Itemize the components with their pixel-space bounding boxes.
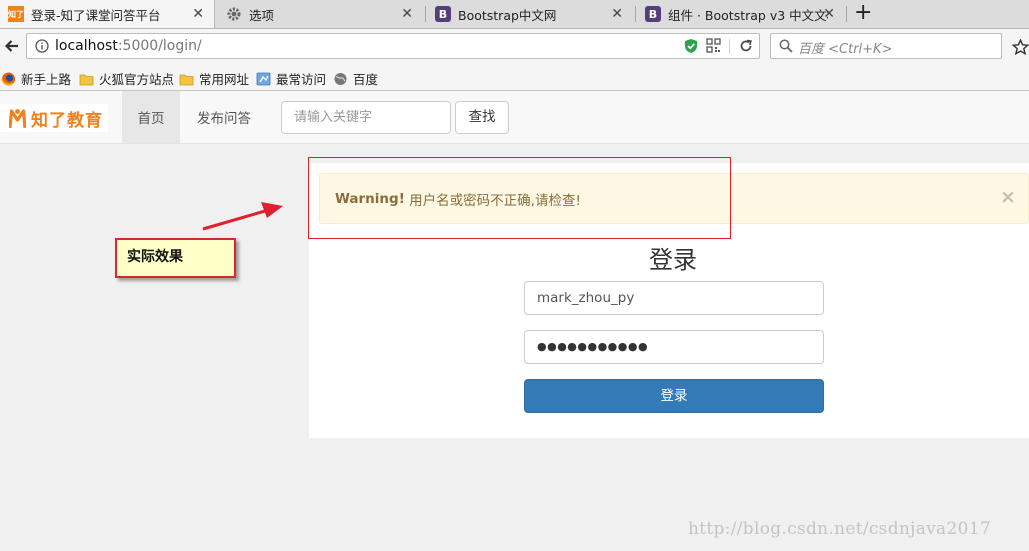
tab-title: 登录-知了课堂问答平台 (31, 7, 161, 23)
bootstrap-favicon: B (645, 6, 661, 22)
bookmarks-bar: 新手上路 火狐官方站点 常用网址 最常访问 百度 (0, 65, 1029, 91)
keyword-search-input[interactable]: 请输入关键字 (281, 101, 451, 134)
logo-text: 知了教育 (31, 111, 103, 131)
close-icon[interactable]: ✕ (823, 6, 835, 22)
login-title: 登录 (649, 246, 697, 274)
bookmark-item[interactable]: 新手上路 (1, 69, 71, 88)
tab-separator (425, 6, 426, 22)
bootstrap-favicon: B (435, 6, 451, 22)
tab-login[interactable]: 知了 登录-知了课堂问答平台 ✕ (0, 0, 215, 28)
bookmark-label: 新手上路 (21, 72, 72, 87)
shield-icon[interactable] (684, 38, 698, 54)
tab-separator (846, 6, 847, 22)
nav-home[interactable]: 首页 (122, 91, 180, 143)
tab-title: Bootstrap中文网 (458, 7, 557, 23)
site-logo[interactable]: 知了教育 (0, 104, 108, 132)
bookmark-folder[interactable]: 常用网址 (179, 69, 249, 88)
bookmark-label: 百度 (353, 72, 379, 87)
close-icon[interactable]: ✕ (192, 6, 204, 22)
bookmark-label: 火狐官方站点 (99, 72, 175, 87)
history-folder-icon (256, 72, 271, 85)
zhiliao-favicon: 知了 (8, 6, 24, 22)
folder-icon (179, 74, 194, 85)
logo-mark-icon (9, 109, 26, 129)
globe-icon (334, 72, 347, 85)
reload-icon[interactable] (739, 39, 753, 53)
search-button[interactable]: 查找 (455, 101, 509, 134)
url-path: :5000/login/ (117, 38, 202, 54)
nav-publish-question[interactable]: 发布问答 (183, 91, 265, 143)
gear-icon (227, 7, 241, 21)
tab-bootstrap-cn[interactable]: B Bootstrap中文网 ✕ (427, 0, 633, 28)
folder-icon (79, 74, 94, 85)
password-input[interactable]: ●●●●●●●●●●● (524, 330, 824, 364)
url-text: localhost:5000/login/ (55, 37, 202, 55)
annotation-highlight-box (308, 157, 731, 239)
close-icon[interactable]: ✕ (401, 6, 413, 22)
alert-close-button[interactable]: × (1000, 186, 1016, 208)
close-icon[interactable]: ✕ (611, 6, 623, 22)
back-icon[interactable] (3, 37, 21, 55)
tab-options[interactable]: 选项 ✕ (218, 0, 423, 28)
tab-title: 组件 · Bootstrap v3 中文文档 (668, 7, 828, 23)
star-icon[interactable] (1012, 39, 1029, 55)
navigation-toolbar: localhost:5000/login/ 百度 <Ctrl+K> (0, 29, 1029, 65)
watermark-text: http://blog.csdn.net/csdnjava2017 (688, 519, 991, 539)
site-navbar: 知了教育 首页 发布问答 请输入关键字 查找 (0, 91, 1029, 144)
qrcode-icon[interactable] (706, 38, 721, 53)
tab-bootstrap-docs[interactable]: B 组件 · Bootstrap v3 中文文档 ✕ (637, 0, 845, 28)
annotation-callout: 实际效果 (115, 238, 236, 278)
username-input[interactable]: mark_zhou_py (524, 281, 824, 315)
bookmark-folder[interactable]: 火狐官方站点 (79, 69, 174, 88)
bookmark-label: 常用网址 (199, 72, 250, 87)
info-icon[interactable] (35, 39, 49, 53)
search-placeholder: 百度 <Ctrl+K> (798, 42, 893, 57)
url-host: localhost (55, 38, 118, 54)
new-tab-button[interactable]: + (854, 1, 872, 25)
search-icon (779, 39, 793, 53)
web-search-box[interactable]: 百度 <Ctrl+K> (770, 33, 1002, 59)
bookmark-folder[interactable]: 最常访问 (256, 69, 326, 88)
tab-separator (635, 6, 636, 22)
tab-title: 选项 (249, 7, 275, 23)
bookmark-label: 最常访问 (276, 72, 327, 87)
url-divider (729, 39, 730, 54)
bookmark-item[interactable]: 百度 (333, 69, 378, 88)
annotation-arrow-icon (202, 202, 283, 231)
login-submit-button[interactable]: 登录 (524, 379, 824, 413)
firefox-icon (1, 72, 15, 85)
url-bar[interactable]: localhost:5000/login/ (26, 33, 760, 59)
